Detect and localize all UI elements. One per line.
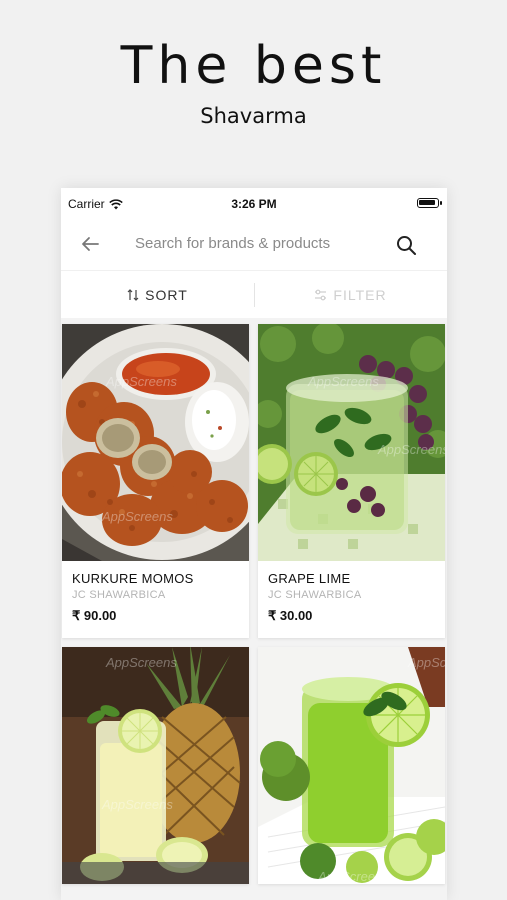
back-arrow-icon[interactable] [81, 236, 99, 252]
pineapple-drink-image [62, 647, 249, 884]
promo-subheadline: Shavarma [200, 104, 307, 128]
product-brand: JC SHAWARBICA [72, 589, 166, 601]
search-bar: Search for brands & products [61, 216, 447, 270]
product-image[interactable]: AppScreens AppScreens [258, 647, 445, 884]
filter-sliders-icon [315, 289, 327, 301]
battery-icon [417, 198, 442, 208]
sort-button[interactable]: SORT [61, 271, 254, 319]
status-bar: Carrier 3:26 PM [61, 188, 447, 216]
search-input[interactable]: Search for brands & products [135, 235, 330, 252]
product-card[interactable]: AppScreens AppScreens [258, 647, 445, 884]
sort-filter-bar: SORT FILTER [61, 270, 447, 318]
grape-lime-drink-image [258, 324, 445, 561]
filter-button[interactable]: FILTER [254, 271, 447, 319]
product-image[interactable]: AppScreens AppScreens [258, 324, 445, 561]
phone-screen: Carrier 3:26 PM Search for brands & prod… [61, 188, 447, 900]
product-name: GRAPE LIME [268, 571, 351, 586]
product-card[interactable]: AppScreens AppScreens [62, 647, 249, 884]
search-icon[interactable] [395, 234, 417, 256]
product-image[interactable]: AppScreens AppScreens [62, 324, 249, 561]
product-price: ₹ 90.00 [72, 608, 117, 623]
product-price: ₹ 30.00 [268, 608, 313, 623]
product-card[interactable]: AppScreens AppScreens KURKURE MOMOS JC S… [62, 324, 249, 638]
product-brand: JC SHAWARBICA [268, 589, 362, 601]
sort-arrows-icon [127, 289, 139, 301]
promo-headline: The best [120, 36, 387, 96]
sort-label: SORT [145, 287, 188, 303]
product-info: KURKURE MOMOS JC SHAWARBICA ₹ 90.00 [62, 561, 249, 638]
green-lime-drink-image [258, 647, 445, 884]
status-time: 3:26 PM [231, 197, 277, 211]
product-card[interactable]: AppScreens AppScreens GRAPE LIME JC SHAW… [258, 324, 445, 638]
filter-label: FILTER [333, 287, 387, 303]
momos-plate-image [62, 324, 249, 561]
product-name: KURKURE MOMOS [72, 571, 194, 586]
product-info: GRAPE LIME JC SHAWARBICA ₹ 30.00 [258, 561, 445, 638]
product-image[interactable]: AppScreens AppScreens [62, 647, 249, 884]
